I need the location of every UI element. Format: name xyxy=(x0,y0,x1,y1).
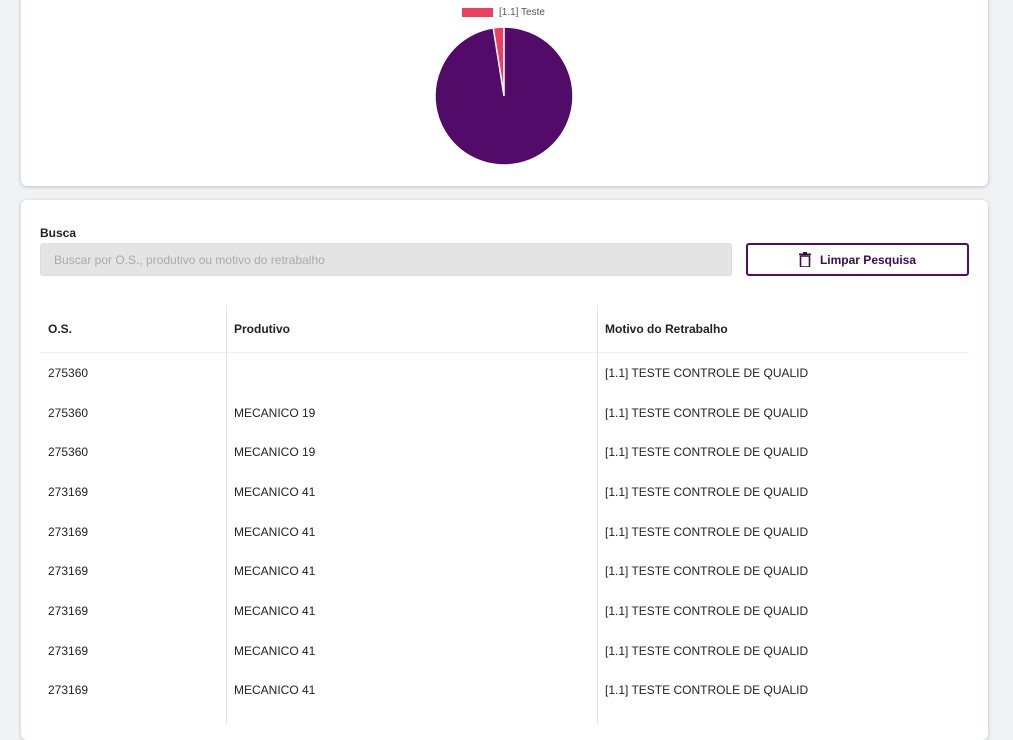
table-header-row: O.S. Produtivo Motivo do Retrabalho xyxy=(40,305,969,353)
table-row[interactable]: 273169 MECANICO 41 [1.1] TESTE CONTROLE DE… xyxy=(40,551,969,591)
cell-produtivo: MECANICO 41 xyxy=(234,603,316,618)
table-row[interactable]: 273169 MECANICO 41 [1.1] TESTE CONTROLE DE… xyxy=(40,512,969,552)
cell-motivo: [1.1] TESTE CONTROLE DE QUALID xyxy=(605,643,809,658)
cell-motivo: [1.1] TESTE CONTROLE DE QUALID xyxy=(605,683,809,698)
cell-produtivo xyxy=(226,353,597,393)
cell-produtivo: MECANICO 41 xyxy=(234,643,316,658)
cell-motivo: [1.1] TESTE CONTROLE DE QUALID xyxy=(605,524,809,539)
cell-produtivo: MECANICO 19 xyxy=(234,405,316,420)
cell-os: 273169 xyxy=(48,603,89,618)
clear-search-button[interactable]: Limpar Pesquisa xyxy=(746,243,969,276)
cell-os: 273169 xyxy=(48,683,89,698)
chart-card: [1.1] Teste xyxy=(21,0,988,186)
cell-motivo: [1.1] TESTE CONTROLE DE QUALID xyxy=(605,564,809,579)
pie-chart xyxy=(434,26,574,166)
cell-os: 273169 xyxy=(48,643,89,658)
rework-table: O.S. Produtivo Motivo do Retrabalho 2753… xyxy=(40,305,969,725)
table-row[interactable]: 273169 MECANICO 41 [1.1] TESTE CONTROLE DE… xyxy=(40,671,969,711)
column-header-motivo[interactable]: Motivo do Retrabalho xyxy=(597,305,969,352)
cell-produtivo: MECANICO 19 xyxy=(234,445,316,460)
cell-produtivo: MECANICO 41 xyxy=(234,564,316,579)
table-card: Busca Limpar Pesquisa O.S. Produtivo Mot… xyxy=(21,200,988,740)
column-header-produtivo[interactable]: Produtivo xyxy=(226,305,597,352)
cell-motivo: [1.1] TESTE CONTROLE DE QUALID xyxy=(605,484,809,499)
table-row[interactable]: 275360 MECANICO 19 [1.1] TESTE CONTROLE DE… xyxy=(40,393,969,433)
cell-os: 273169 xyxy=(48,484,89,499)
cell-motivo: [1.1] TESTE CONTROLE DE QUALID xyxy=(605,603,809,618)
table-row[interactable]: 275360 MECANICO 19 [1.1] TESTE CONTROLE DE… xyxy=(40,432,969,472)
cell-os: 275360 xyxy=(48,365,89,380)
table-row[interactable]: 273169 MECANICO 41 [1.1] TESTE CONTROLE DE… xyxy=(40,631,969,671)
cell-motivo: [1.1] TESTE CONTROLE DE QUALID xyxy=(605,365,809,380)
cell-produtivo: MECANICO 41 xyxy=(234,524,316,539)
cell-motivo: [1.1] TESTE CONTROLE DE QUALID xyxy=(605,445,809,460)
cell-os: 275360 xyxy=(48,445,89,460)
column-divider[interactable] xyxy=(597,305,598,725)
table-row[interactable]: 273169 MECANICO 41 [1.1] TESTE CONTROLE DE… xyxy=(40,591,969,631)
cell-produtivo: MECANICO 41 xyxy=(234,484,316,499)
cell-produtivo: MECANICO 41 xyxy=(234,683,316,698)
clear-search-label: Limpar Pesquisa xyxy=(819,252,917,267)
pie-slice[interactable] xyxy=(434,26,574,166)
table-row[interactable]: 275360 [1.1] TESTE CONTROLE DE QUALID xyxy=(40,353,969,393)
cell-os: 273169 xyxy=(48,524,89,539)
trash-icon xyxy=(798,252,811,267)
column-divider[interactable] xyxy=(226,305,227,725)
cell-motivo: [1.1] TESTE CONTROLE DE QUALID xyxy=(605,405,809,420)
table-row[interactable]: 273169 MECANICO 41 [1.1] TESTE CONTROLE DE… xyxy=(40,472,969,512)
cell-os: 273169 xyxy=(48,564,89,579)
cell-os: 275360 xyxy=(48,405,89,420)
column-header-os[interactable]: O.S. xyxy=(40,305,226,352)
search-input[interactable] xyxy=(40,243,732,276)
table-body: 275360 [1.1] TESTE CONTROLE DE QUALID 2753… xyxy=(40,353,969,710)
search-label: Busca xyxy=(40,226,77,240)
